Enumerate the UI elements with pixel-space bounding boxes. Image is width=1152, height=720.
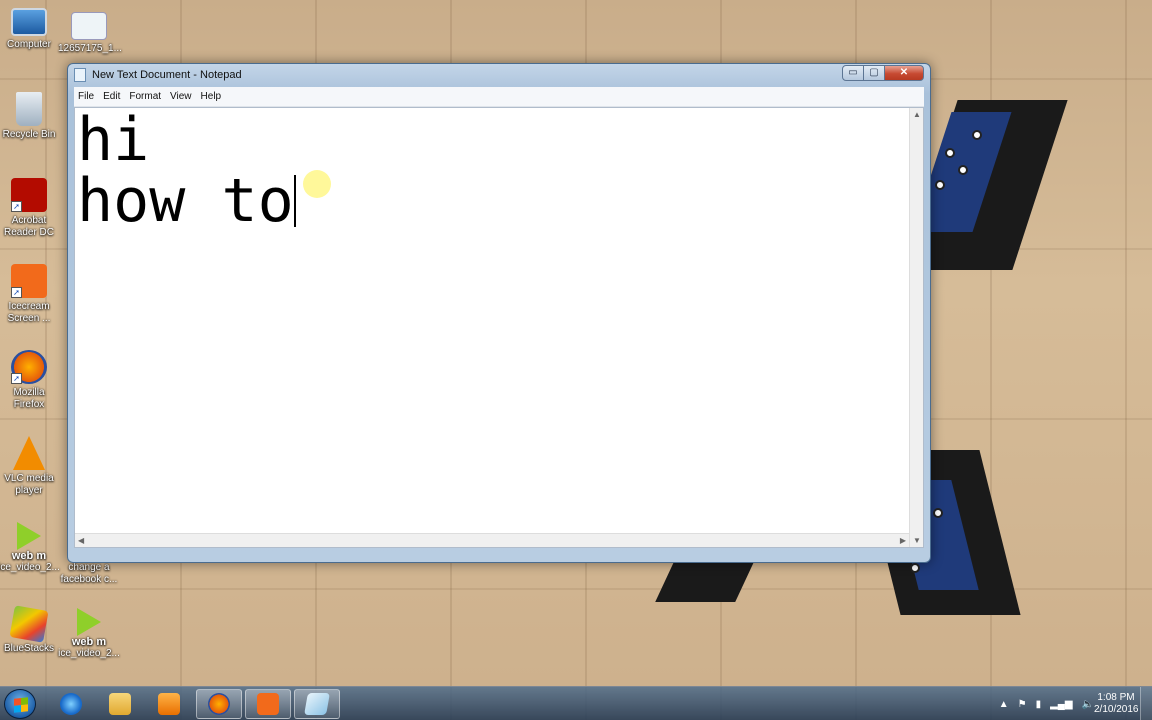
vlc-icon: [13, 436, 45, 470]
taskbar-internet-explorer[interactable]: [48, 689, 94, 719]
signal-icon[interactable]: ▂▄▆: [1050, 699, 1072, 710]
desktop-icon-image-file[interactable]: 12657175_1...: [58, 12, 122, 55]
desktop-icon-icecream[interactable]: ➚ Icecream Screen ...: [0, 264, 60, 325]
internet-explorer-icon: [60, 693, 82, 715]
desktop-icon-recycle-bin[interactable]: Recycle Bin: [0, 92, 60, 141]
windows-logo-icon: [14, 697, 28, 713]
wallpaper-dot: [910, 563, 920, 573]
tray-expand-icon[interactable]: ▲: [999, 699, 1009, 710]
start-button[interactable]: [4, 689, 36, 719]
wallpaper-dot: [958, 165, 968, 175]
vertical-scrollbar[interactable]: ▲ ▼: [909, 108, 923, 547]
action-center-flag-icon[interactable]: ⚑: [1018, 699, 1027, 710]
desktop-icon-vlc[interactable]: VLC media player: [0, 436, 60, 497]
desktop-icon-label: Computer: [7, 39, 51, 50]
system-clock[interactable]: 1:08 PM 2/10/2016: [1094, 692, 1139, 716]
minimize-button[interactable]: ▭: [842, 65, 864, 81]
desktop-icon-webm-2[interactable]: web m ice_video_2...: [58, 608, 120, 660]
file-explorer-icon: [109, 693, 131, 715]
desktop-icon-label: Recycle Bin: [2, 129, 56, 140]
network-icon[interactable]: ▮: [1036, 699, 1042, 710]
taskbar: ▲ ⚑ ▮ ▂▄▆ 🔈 1:08 PM 2/10/2016: [0, 686, 1152, 720]
shortcut-arrow-icon: ➚: [11, 373, 22, 384]
desktop-icon-label: BlueStacks: [3, 643, 55, 654]
icecream-icon: ➚: [11, 264, 47, 298]
desktop-icon-label: change a facebook c...: [60, 562, 118, 585]
shortcut-arrow-icon: ➚: [11, 201, 22, 212]
desktop-icon-firefox[interactable]: ➚ Mozilla Firefox: [0, 350, 60, 411]
text-caret: [293, 175, 296, 227]
desktop-icon-label: 12657175_1...: [58, 43, 122, 54]
horizontal-scrollbar[interactable]: ◀ ▶: [75, 533, 909, 547]
taskbar-icecream[interactable]: [245, 689, 291, 719]
image-file-icon: [71, 12, 107, 40]
desktop-icon-webm-1[interactable]: web m ice_video_2...: [0, 522, 60, 574]
shortcut-arrow-icon: ➚: [11, 287, 22, 298]
recycle-bin-icon: [16, 92, 42, 126]
scroll-right-arrow-icon[interactable]: ▶: [900, 536, 906, 545]
menu-view[interactable]: View: [166, 91, 197, 102]
taskbar-media-player[interactable]: [146, 689, 192, 719]
wallpaper-dot: [935, 180, 945, 190]
window-title: New Text Document - Notepad: [92, 69, 242, 81]
text-line-2: how to: [77, 171, 296, 232]
scroll-up-arrow-icon[interactable]: ▲: [913, 110, 921, 119]
maximize-button[interactable]: ▢: [863, 65, 885, 81]
webm-text: web m: [71, 636, 107, 648]
notepad-window[interactable]: New Text Document - Notepad ▭ ▢ ✕ File E…: [67, 63, 931, 563]
desktop-icon-facebook-file[interactable]: change a facebook c...: [58, 562, 120, 586]
desktop-icon-label: VLC media player: [4, 473, 54, 496]
window-controls: ▭ ▢ ✕: [842, 65, 924, 81]
close-button[interactable]: ✕: [884, 65, 924, 81]
menu-file[interactable]: File: [74, 91, 99, 102]
volume-icon[interactable]: 🔈: [1082, 699, 1094, 710]
wallpaper-dot: [972, 130, 982, 140]
icecream-icon: [257, 693, 279, 715]
text-line-2-content: how to: [77, 166, 294, 236]
webm-icon: [17, 522, 41, 550]
desktop-icon-label: ice_video_2...: [58, 648, 120, 659]
system-tray: ▲ ⚑ ▮ ▂▄▆ 🔈: [990, 687, 1094, 720]
mouse-highlight: [303, 170, 331, 198]
notepad-icon: [74, 68, 86, 82]
menu-edit[interactable]: Edit: [99, 91, 125, 102]
wallpaper-dot: [945, 148, 955, 158]
notepad-icon: [304, 693, 330, 715]
webm-icon: [77, 608, 101, 636]
title-bar[interactable]: New Text Document - Notepad ▭ ▢ ✕: [68, 64, 930, 86]
scroll-down-arrow-icon[interactable]: ▼: [913, 536, 921, 545]
wallpaper-dot: [933, 508, 943, 518]
text-line-1: hi: [77, 105, 150, 175]
scroll-left-arrow-icon[interactable]: ◀: [78, 536, 84, 545]
text-editor[interactable]: hi how to ▲ ▼ ◀ ▶: [74, 107, 924, 548]
webm-text: web m: [11, 550, 47, 562]
firefox-icon: ➚: [11, 350, 47, 384]
desktop-icon-acrobat[interactable]: ➚ Acrobat Reader DC: [0, 178, 60, 239]
menu-bar: File Edit Format View Help: [74, 87, 924, 107]
menu-help[interactable]: Help: [197, 91, 227, 102]
editor-text: hi how to: [77, 110, 296, 232]
desktop-icon-computer[interactable]: Computer: [0, 8, 60, 51]
desktop-icon-label: Acrobat Reader DC: [3, 215, 55, 238]
taskbar-firefox[interactable]: [196, 689, 242, 719]
taskbar-file-explorer[interactable]: [97, 689, 143, 719]
taskbar-notepad[interactable]: [294, 689, 340, 719]
clock-date: 2/10/2016: [1094, 704, 1139, 715]
show-desktop-button[interactable]: [1140, 687, 1152, 720]
menu-format[interactable]: Format: [125, 91, 166, 102]
desktop-icon-bluestacks[interactable]: BlueStacks: [0, 605, 60, 655]
computer-icon: [11, 8, 47, 36]
desktop-icon-label: ice_video_2...: [0, 562, 60, 573]
desktop-icon-label: Icecream Screen ...: [7, 301, 51, 324]
clock-time: 1:08 PM: [1097, 692, 1135, 703]
acrobat-icon: ➚: [11, 178, 47, 212]
firefox-icon: [208, 693, 230, 715]
desktop-icon-label: Mozilla Firefox: [13, 387, 45, 410]
bluestacks-icon: [9, 605, 49, 643]
media-player-icon: [158, 693, 180, 715]
